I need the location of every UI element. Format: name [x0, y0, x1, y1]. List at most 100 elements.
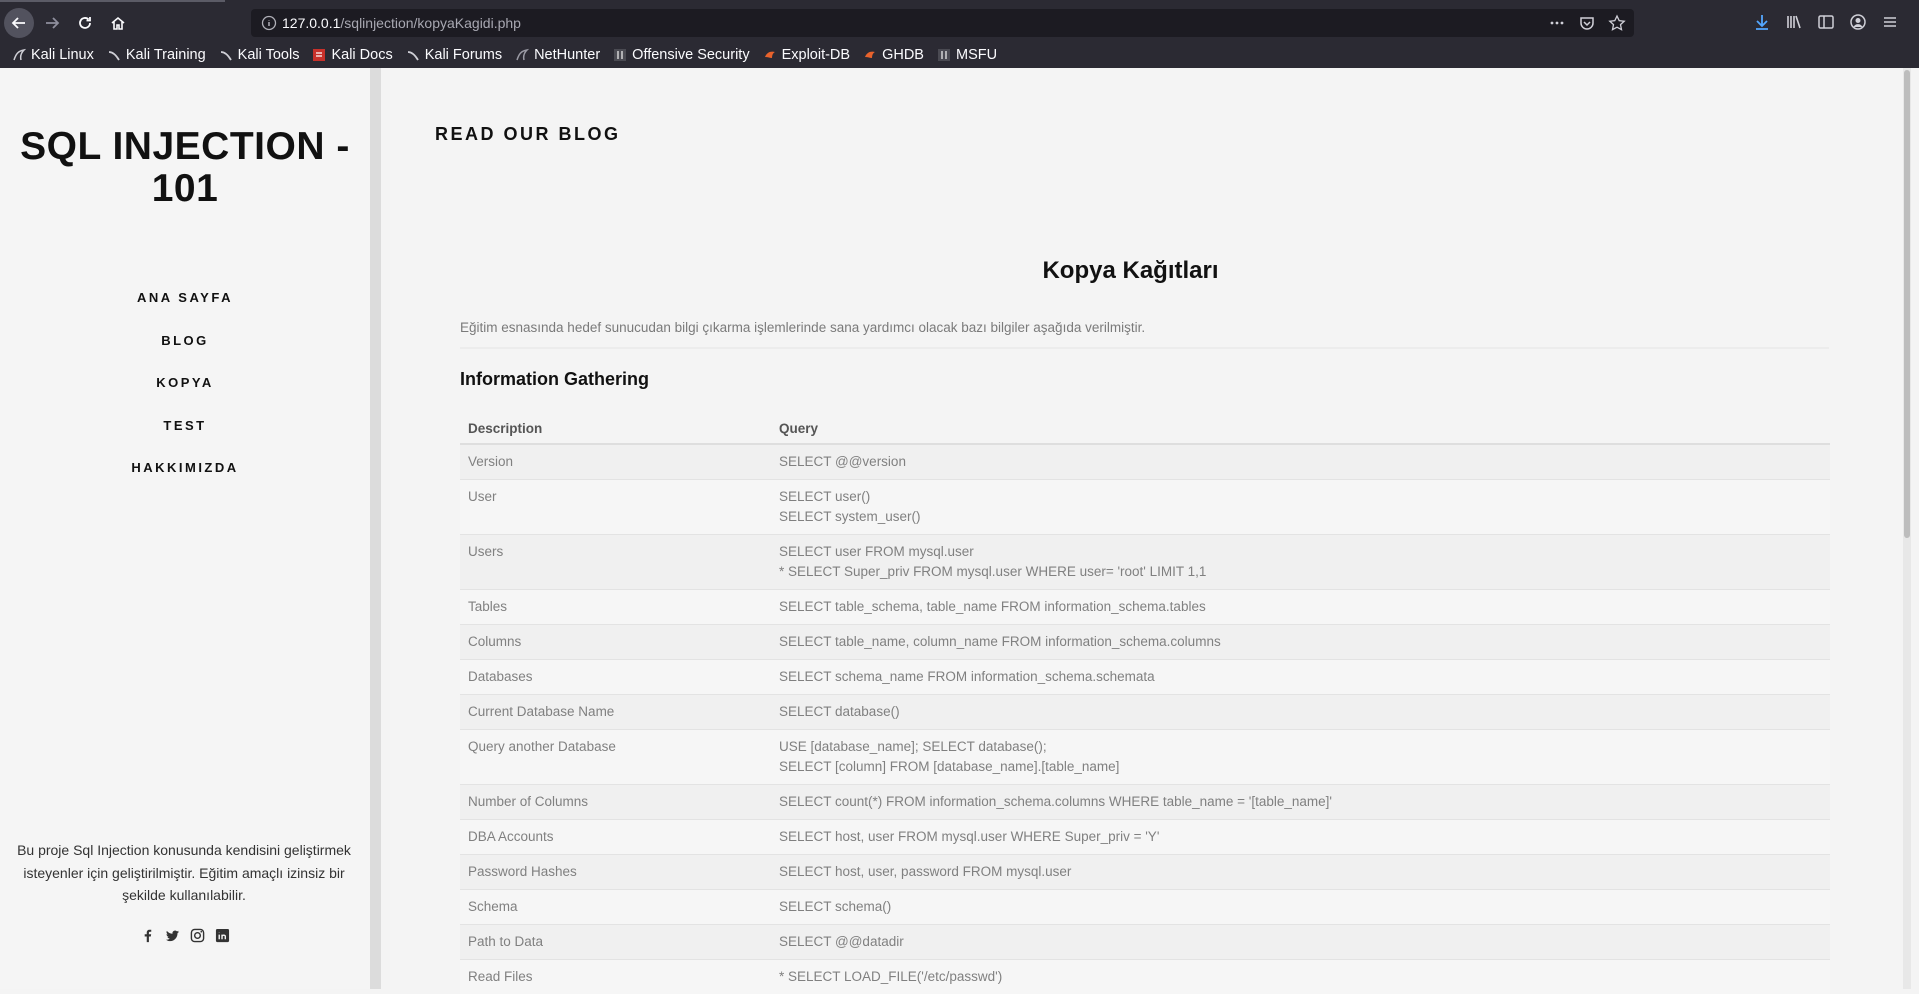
sidebar-nav: ANA SAYFA BLOG KOPYA TEST HAKKIMIZDA [0, 290, 370, 503]
query-line: SELECT table_schema, table_name FROM inf… [779, 597, 1822, 617]
scrollbar-thumb[interactable] [1904, 70, 1910, 538]
row-description: Databases [460, 660, 771, 695]
tab-strip [0, 0, 1919, 3]
more-actions-icon[interactable] [1548, 14, 1566, 32]
row-description: DBA Accounts [460, 820, 771, 855]
linkedin-icon[interactable] [215, 928, 230, 943]
row-query: SELECT table_schema, table_name FROM inf… [771, 590, 1830, 625]
library-icon[interactable] [1785, 13, 1803, 31]
instagram-icon[interactable] [190, 928, 205, 943]
offsec-icon [613, 48, 627, 62]
nav-item-hakkimizda[interactable]: HAKKIMIZDA [0, 460, 370, 503]
main-content: READ OUR BLOG Kopya Kağıtları Eğitim esn… [381, 68, 1911, 989]
table-row: Tables SELECT table_schema, table_name FR… [460, 590, 1830, 625]
divider [460, 347, 1829, 349]
kali-dragon-icon [406, 48, 420, 62]
nav-item-blog[interactable]: BLOG [0, 333, 370, 376]
table-row: UsersSELECT user FROM mysql.user* SELECT… [460, 535, 1830, 590]
bookmark-msfu[interactable]: MSFU [937, 47, 997, 63]
menu-icon[interactable] [1881, 13, 1899, 31]
bookmark-label: Kali Tools [238, 47, 300, 63]
account-icon[interactable] [1849, 13, 1867, 31]
bookmark-exploit-db[interactable]: Exploit-DB [763, 47, 851, 63]
card-title: Kopya Kağıtları [428, 257, 1833, 285]
bookmark-kali-forums[interactable]: Kali Forums [406, 47, 502, 63]
header-description: Description [460, 413, 771, 444]
info-icon[interactable] [261, 15, 277, 31]
row-description: Number of Columns [460, 785, 771, 820]
nav-item-test[interactable]: TEST [0, 418, 370, 461]
table-row: Password HashesSELECT host, user, passwo… [460, 855, 1830, 890]
row-description: Version [460, 444, 771, 480]
bookmark-kali-training[interactable]: Kali Training [107, 47, 206, 63]
url-actions [1548, 14, 1626, 32]
facebook-icon[interactable] [140, 928, 155, 943]
download-icon[interactable] [1753, 13, 1771, 31]
bookmark-label: Kali Forums [425, 47, 502, 63]
url-text[interactable]: 127.0.0.1/sqlinjection/kopyaKagidi.php [282, 15, 521, 31]
query-line: SELECT database() [779, 702, 1822, 722]
table-row: Path to Data SELECT @@datadir [460, 925, 1830, 960]
blog-heading: READ OUR BLOG [435, 124, 621, 145]
table-row: Current Database NameSELECT database() [460, 695, 1830, 730]
bookmark-ghdb[interactable]: GHDB [863, 47, 924, 63]
bookmark-label: Kali Docs [331, 47, 392, 63]
row-description: Path to Data [460, 925, 771, 960]
table-header-row: Description Query [460, 413, 1830, 444]
query-line: USE [database_name]; SELECT database(); [779, 737, 1822, 757]
bookmark-kali-tools[interactable]: Kali Tools [219, 47, 300, 63]
query-table: Description Query Version SELECT @@versio… [460, 413, 1830, 994]
table-row: DatabasesSELECT schema_name FROM informa… [460, 660, 1830, 695]
query-line: SELECT user FROM mysql.user [779, 542, 1822, 562]
bookmark-nethunter[interactable]: NetHunter [515, 47, 600, 63]
active-tab-indicator [0, 0, 225, 2]
query-line: * SELECT LOAD_FILE('/etc/passwd') [779, 967, 1822, 987]
row-query: SELECT table_name, column_name FROM info… [771, 625, 1830, 660]
table-row: DBA Accounts SELECT host, user FROM mysql… [460, 820, 1830, 855]
section-title: Information Gathering [460, 369, 649, 390]
query-line: SELECT count(*) FROM information_schema.… [779, 792, 1822, 812]
query-line: SELECT schema() [779, 897, 1822, 917]
intro-text: Eğitim esnasında hedef sunucudan bilgi ç… [460, 320, 1145, 335]
reload-icon [77, 15, 93, 31]
query-line: * SELECT Super_priv FROM mysql.user WHER… [779, 562, 1822, 582]
bookmark-label: GHDB [882, 47, 924, 63]
table-body: VersionSELECT @@versionUserSELECT user()… [460, 444, 1830, 994]
home-button[interactable] [103, 8, 133, 38]
exploitdb-icon [763, 48, 777, 62]
twitter-icon[interactable] [165, 928, 180, 943]
arrow-left-icon [11, 15, 27, 31]
header-query: Query [771, 413, 1830, 444]
sidebar-toggle-icon[interactable] [1817, 13, 1835, 31]
query-line: SELECT @@version [779, 452, 1822, 472]
bookmark-star-icon[interactable] [1608, 14, 1626, 32]
row-description: Users [460, 535, 771, 590]
back-button[interactable] [4, 8, 34, 38]
query-line: SELECT system_user() [779, 507, 1822, 527]
pocket-icon[interactable] [1578, 14, 1596, 32]
bookmark-kali-docs[interactable]: Kali Docs [312, 47, 392, 63]
url-bar[interactable]: 127.0.0.1/sqlinjection/kopyaKagidi.php [251, 9, 1634, 37]
row-query: SELECT database() [771, 695, 1830, 730]
nav-item-kopya[interactable]: KOPYA [0, 375, 370, 418]
exploitdb-icon [863, 48, 877, 62]
row-description: Query another Database [460, 730, 771, 785]
site-title[interactable]: SQL INJECTION - 101 [20, 126, 350, 210]
offsec-icon [937, 48, 951, 62]
query-line: SELECT host, user FROM mysql.user WHERE … [779, 827, 1822, 847]
nav-item-ana-sayfa[interactable]: ANA SAYFA [0, 290, 370, 333]
row-query: SELECT user FROM mysql.user* SELECT Supe… [771, 535, 1830, 590]
table-row: ColumnsSELECT table_name, column_name FR… [460, 625, 1830, 660]
row-description: Tables [460, 590, 771, 625]
row-query: SELECT host, user, password FROM mysql.u… [771, 855, 1830, 890]
bookmark-label: Kali Training [126, 47, 206, 63]
page-scrollbar[interactable] [1903, 68, 1911, 989]
reload-button[interactable] [70, 8, 100, 38]
table-row: Query another Database USE [database_name… [460, 730, 1830, 785]
query-line: SELECT @@datadir [779, 932, 1822, 952]
home-icon [110, 15, 126, 31]
bookmark-offensive-security[interactable]: Offensive Security [613, 47, 749, 63]
bookmark-label: MSFU [956, 47, 997, 63]
forward-button[interactable] [37, 8, 67, 38]
bookmark-kali-linux[interactable]: Kali Linux [12, 47, 94, 63]
